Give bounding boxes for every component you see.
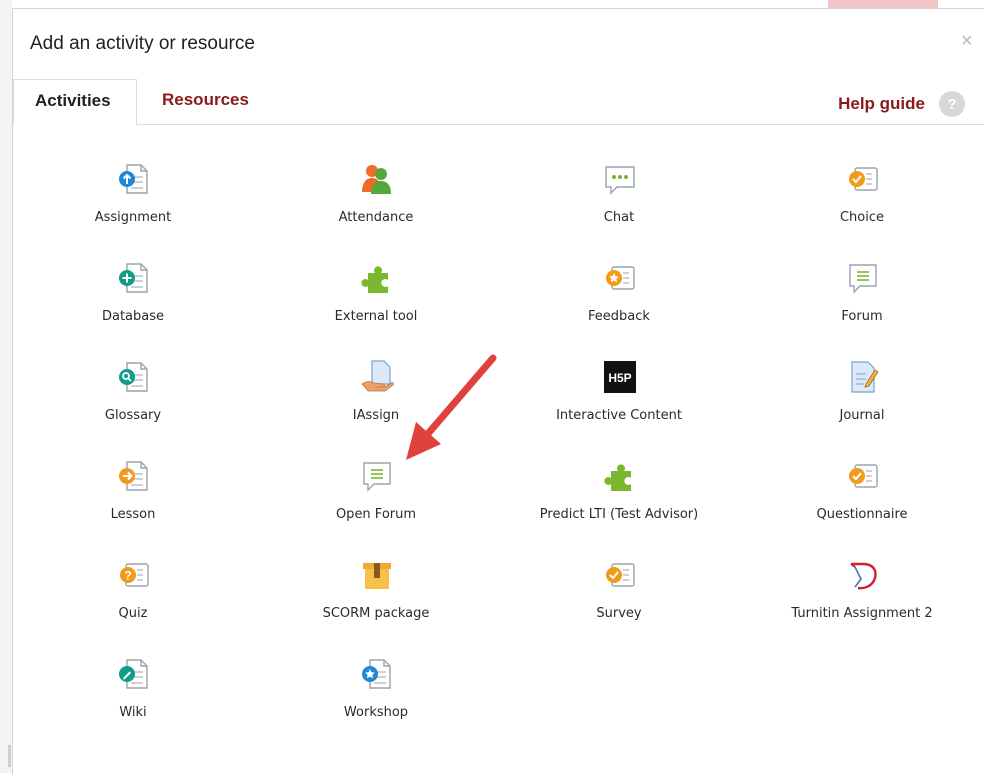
activity-forum[interactable]: Forum bbox=[742, 261, 982, 341]
activity-label: Predict LTI (Test Advisor) bbox=[539, 507, 699, 522]
svg-text:?: ? bbox=[124, 569, 131, 583]
open-forum-icon bbox=[363, 462, 391, 492]
activity-wiki[interactable]: Wiki bbox=[13, 657, 253, 737]
activity-label: Chat bbox=[603, 210, 635, 225]
activity-attendance[interactable]: Attendance bbox=[256, 162, 496, 242]
add-activity-modal: Add an activity or resource × Activities… bbox=[12, 8, 984, 774]
activity-label: Wiki bbox=[119, 705, 147, 720]
activity-predict-lti[interactable]: Predict LTI (Test Advisor) bbox=[499, 459, 739, 539]
quiz-icon: ? bbox=[120, 563, 149, 587]
activity-workshop[interactable]: Workshop bbox=[256, 657, 496, 737]
external-tool-icon bbox=[604, 464, 631, 491]
activity-journal[interactable]: Journal bbox=[742, 360, 982, 440]
activity-label: Database bbox=[101, 309, 165, 324]
activity-label: IAssign bbox=[352, 408, 400, 423]
activity-iassign[interactable]: IAssign bbox=[256, 360, 496, 440]
activity-label: Open Forum bbox=[335, 507, 417, 522]
feedback-icon bbox=[606, 266, 635, 290]
activity-label: Interactive Content bbox=[556, 408, 682, 423]
activity-feedback[interactable]: Feedback bbox=[499, 261, 739, 341]
choice-icon bbox=[849, 167, 878, 191]
survey-icon bbox=[606, 563, 635, 587]
activity-choice[interactable]: Choice bbox=[742, 162, 982, 242]
activity-label: Glossary bbox=[104, 408, 162, 423]
wiki-icon bbox=[119, 659, 148, 689]
activity-questionnaire[interactable]: Questionnaire bbox=[742, 459, 982, 539]
scorm-package-icon bbox=[363, 563, 391, 589]
activity-label: Journal bbox=[839, 408, 885, 423]
activity-label: Survey bbox=[596, 606, 642, 621]
activity-interactive-content[interactable]: H5P Interactive Content bbox=[499, 360, 739, 440]
activity-lesson[interactable]: Lesson bbox=[13, 459, 253, 539]
activity-open-forum[interactable]: Open Forum bbox=[256, 459, 496, 539]
activity-scorm-package[interactable]: SCORM package bbox=[256, 558, 496, 638]
database-icon bbox=[119, 263, 148, 293]
activity-label: SCORM package bbox=[322, 606, 430, 621]
iassign-icon bbox=[361, 360, 394, 392]
activity-label: Workshop bbox=[343, 705, 409, 720]
lesson-icon bbox=[119, 461, 148, 491]
svg-text:H5P: H5P bbox=[608, 371, 631, 385]
attendance-icon bbox=[362, 165, 391, 194]
activity-database[interactable]: Database bbox=[13, 261, 253, 341]
background-edge bbox=[0, 0, 12, 773]
activity-label: Quiz bbox=[118, 606, 148, 621]
activity-label: External tool bbox=[334, 309, 418, 324]
chat-icon bbox=[605, 166, 635, 195]
h5p-icon: H5P bbox=[604, 361, 636, 393]
activity-label: Questionnaire bbox=[816, 507, 908, 522]
workshop-icon bbox=[362, 659, 391, 689]
activity-label: Feedback bbox=[588, 309, 650, 324]
activity-label: Turnitin Assignment 2 bbox=[791, 606, 933, 621]
questionnaire-icon bbox=[849, 464, 878, 488]
activity-label: Forum bbox=[841, 309, 883, 324]
glossary-icon bbox=[119, 362, 148, 392]
activity-quiz[interactable]: ? Quiz bbox=[13, 558, 253, 638]
activity-external-tool[interactable]: External tool bbox=[256, 261, 496, 341]
activity-label: Choice bbox=[839, 210, 885, 225]
activity-assignment[interactable]: Assignment bbox=[13, 162, 253, 242]
turnitin-icon bbox=[850, 562, 877, 590]
activity-glossary[interactable]: Glossary bbox=[13, 360, 253, 440]
background-scroll-mark bbox=[8, 745, 11, 767]
activity-label: Assignment bbox=[94, 210, 172, 225]
activity-label: Attendance bbox=[338, 210, 414, 225]
journal-icon bbox=[851, 361, 879, 393]
forum-icon bbox=[849, 264, 877, 294]
activity-chat[interactable]: Chat bbox=[499, 162, 739, 242]
activity-grid: Assignment Attendance Chat Choice Databa… bbox=[13, 9, 984, 774]
activity-turnitin-assignment-2[interactable]: Turnitin Assignment 2 bbox=[742, 558, 982, 638]
activity-label: Lesson bbox=[110, 507, 156, 522]
activity-survey[interactable]: Survey bbox=[499, 558, 739, 638]
external-tool-icon bbox=[361, 266, 388, 293]
assignment-icon bbox=[119, 164, 148, 194]
